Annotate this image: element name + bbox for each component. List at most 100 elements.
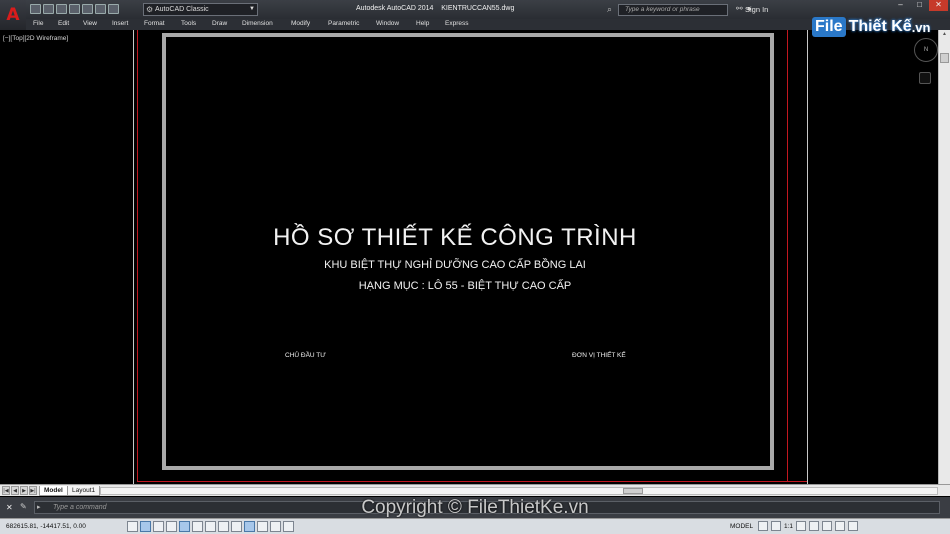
selection-cycling-icon[interactable] bbox=[283, 521, 294, 532]
menu-modify[interactable]: Modify bbox=[291, 20, 310, 27]
search-placeholder: Type a keyword or phrase bbox=[625, 6, 700, 13]
gear-icon: ⚙ bbox=[146, 5, 154, 14]
drawing-subtitle-item: HẠNG MỤC : LÔ 55 - BIỆT THỰ CAO CẤP bbox=[358, 280, 572, 292]
tab-navigation: |◀ ◀ ▶ ▶| bbox=[2, 486, 37, 495]
status-tray: 1:1 bbox=[758, 521, 859, 531]
redo-icon[interactable] bbox=[108, 4, 119, 14]
application-menu-button[interactable]: A bbox=[0, 0, 26, 30]
coordinates-readout[interactable]: 682615.81, -14417.51, 0.00 bbox=[6, 523, 86, 530]
menu-file[interactable]: File bbox=[33, 20, 43, 27]
new-icon[interactable] bbox=[30, 4, 41, 14]
workspace-value: AutoCAD Classic bbox=[155, 6, 209, 13]
ortho-mode-icon[interactable] bbox=[153, 521, 164, 532]
tab-layout1[interactable]: Layout1 bbox=[67, 486, 101, 496]
pan-icon[interactable] bbox=[919, 72, 931, 84]
status-bar: 682615.81, -14417.51, 0.00 MODEL 1:1 bbox=[0, 518, 950, 534]
chevron-down-icon: ▼ bbox=[249, 6, 255, 12]
horizontal-scroll-thumb[interactable] bbox=[623, 488, 643, 494]
lock-icon[interactable] bbox=[822, 521, 833, 531]
ucs-icon[interactable] bbox=[218, 521, 229, 532]
vertical-scrollbar[interactable]: ▲ bbox=[938, 30, 950, 484]
red-border-bottom bbox=[137, 481, 807, 482]
workspace-switching-icon[interactable] bbox=[809, 521, 820, 531]
menu-tools[interactable]: Tools bbox=[181, 20, 196, 27]
polar-tracking-icon[interactable] bbox=[166, 521, 177, 532]
logo-part-vn: .vn bbox=[911, 19, 931, 35]
red-border-right bbox=[787, 30, 788, 481]
command-placeholder: Type a command bbox=[53, 504, 107, 511]
search-icon: ⌕ bbox=[607, 4, 613, 14]
viewport-controls-label[interactable]: [−][Top][2D Wireframe] bbox=[3, 35, 68, 42]
prev-tab-icon[interactable]: ◀ bbox=[11, 486, 19, 495]
clean-screen-icon[interactable] bbox=[848, 521, 859, 531]
window-controls: – □ ✕ bbox=[891, 0, 948, 11]
title-bar: A ⚙ AutoCAD Classic ▼ Autodesk AutoCAD 2… bbox=[0, 0, 950, 30]
first-tab-icon[interactable]: |◀ bbox=[2, 486, 10, 495]
scroll-up-icon[interactable]: ▲ bbox=[939, 30, 950, 39]
next-tab-icon[interactable]: ▶ bbox=[20, 486, 28, 495]
drawing-viewport[interactable]: [−][Top][2D Wireframe] HỒ SƠ THIẾT KẾ CÔ… bbox=[0, 30, 938, 484]
menu-help[interactable]: Help bbox=[416, 20, 429, 27]
save-icon[interactable] bbox=[56, 4, 67, 14]
isolate-objects-icon[interactable] bbox=[835, 521, 846, 531]
lineweight-icon[interactable] bbox=[244, 521, 255, 532]
autocad-window: A ⚙ AutoCAD Classic ▼ Autodesk AutoCAD 2… bbox=[0, 0, 950, 534]
last-tab-icon[interactable]: ▶| bbox=[29, 486, 37, 495]
menu-bar: File Edit View Insert Format Tools Draw … bbox=[0, 19, 950, 30]
left-boundary-line bbox=[133, 30, 134, 484]
drafting-toggles bbox=[127, 521, 294, 532]
menu-dimension[interactable]: Dimension bbox=[242, 20, 273, 27]
customize-icon[interactable]: ✎ bbox=[20, 502, 27, 511]
command-prompt-icon: ▸ bbox=[37, 504, 41, 511]
logo-part-thietke: Thiết Kế bbox=[848, 18, 912, 35]
annotation-visibility-icon[interactable] bbox=[796, 521, 807, 531]
menu-view[interactable]: View bbox=[83, 20, 97, 27]
model-space-indicator[interactable]: MODEL bbox=[730, 523, 753, 530]
open-icon[interactable] bbox=[43, 4, 54, 14]
quick-view-drawings-icon[interactable] bbox=[771, 521, 781, 531]
snap-mode-icon[interactable] bbox=[127, 521, 138, 532]
quick-access-toolbar bbox=[30, 4, 119, 14]
file-name: KIENTRUCCAN55.dwg bbox=[441, 5, 515, 12]
annotation-scale[interactable]: 1:1 bbox=[784, 523, 793, 530]
menu-edit[interactable]: Edit bbox=[58, 20, 69, 27]
menu-window[interactable]: Window bbox=[376, 20, 399, 27]
right-boundary-line bbox=[807, 30, 808, 484]
close-icon[interactable]: ✕ bbox=[6, 503, 13, 512]
object-snap-icon[interactable] bbox=[179, 521, 190, 532]
vertical-scroll-thumb[interactable] bbox=[940, 53, 949, 63]
workspace-dropdown[interactable]: ⚙ AutoCAD Classic ▼ bbox=[143, 3, 258, 16]
menu-draw[interactable]: Draw bbox=[212, 20, 227, 27]
horizontal-scrollbar[interactable] bbox=[100, 487, 938, 495]
command-line: ✕ ✎ ▸ Type a command bbox=[0, 497, 950, 518]
quick-view-layouts-icon[interactable] bbox=[758, 521, 768, 531]
menu-parametric[interactable]: Parametric bbox=[328, 20, 359, 27]
command-input[interactable]: ▸ Type a command bbox=[34, 501, 940, 514]
binoculars-icon[interactable]: ⚯ bbox=[736, 4, 743, 13]
menu-express[interactable]: Express bbox=[445, 20, 468, 27]
owner-signature-label: CHỦ ĐẦU TƯ bbox=[285, 352, 326, 359]
grid-display-icon[interactable] bbox=[140, 521, 151, 532]
app-title: Autodesk AutoCAD 2014 bbox=[356, 5, 434, 12]
close-button[interactable]: ✕ bbox=[929, 0, 948, 11]
designer-signature-label: ĐƠN VỊ THIẾT KẾ bbox=[572, 352, 626, 359]
tab-model[interactable]: Model bbox=[39, 486, 68, 496]
search-input[interactable]: ⌕ Type a keyword or phrase bbox=[607, 4, 728, 16]
minimize-button[interactable]: – bbox=[891, 0, 910, 11]
menu-format[interactable]: Format bbox=[144, 20, 165, 27]
maximize-button[interactable]: □ bbox=[910, 0, 929, 11]
viewcube-icon[interactable]: N bbox=[914, 38, 938, 62]
menu-insert[interactable]: Insert bbox=[112, 20, 128, 27]
dynamic-input-icon[interactable] bbox=[231, 521, 242, 532]
drawing-subtitle-project: KHU BIỆT THỰ NGHỈ DƯỠNG CAO CẤP BỒNG LAI bbox=[324, 259, 586, 271]
3d-object-snap-icon[interactable] bbox=[192, 521, 203, 532]
object-snap-tracking-icon[interactable] bbox=[205, 521, 216, 532]
plot-icon[interactable] bbox=[82, 4, 93, 14]
quick-properties-icon[interactable] bbox=[270, 521, 281, 532]
sign-in-button[interactable]: Sign In bbox=[745, 5, 768, 14]
undo-icon[interactable] bbox=[95, 4, 106, 14]
save-as-icon[interactable] bbox=[69, 4, 80, 14]
autocad-logo-icon: A bbox=[6, 5, 20, 25]
filethietke-logo: File Thiết Kế .vn bbox=[812, 13, 930, 41]
transparency-icon[interactable] bbox=[257, 521, 268, 532]
